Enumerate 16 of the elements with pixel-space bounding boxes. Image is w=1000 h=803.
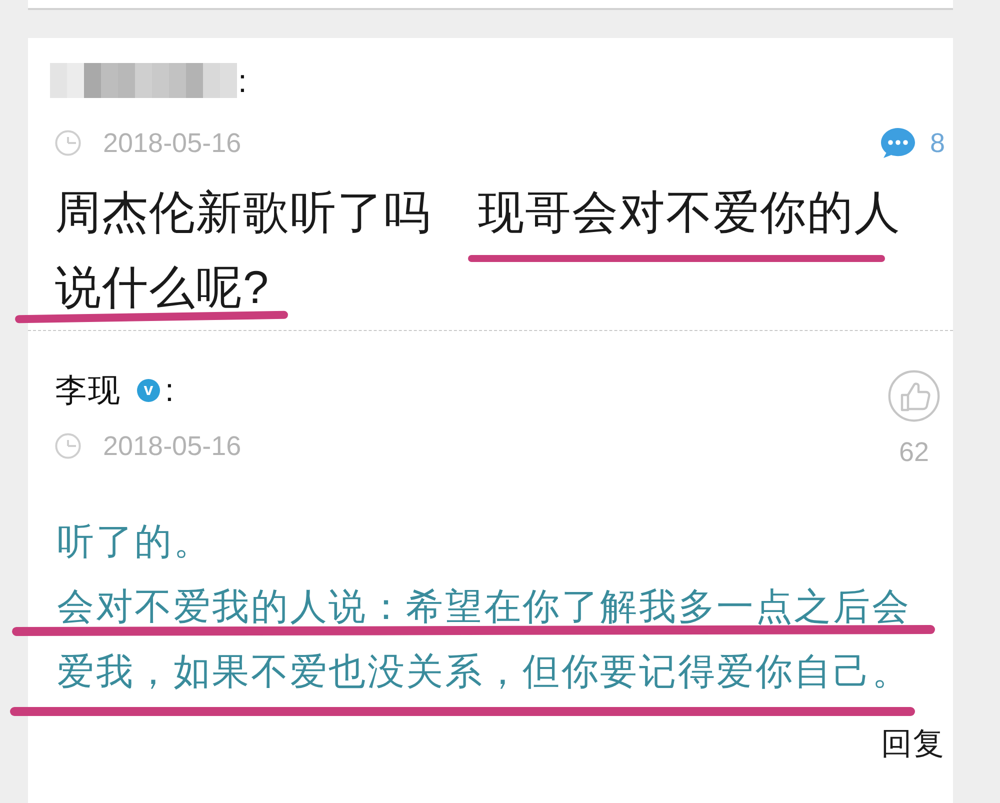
- answer-text: 会对不爱我的人说：希望在你了解我多一点之后会爱我，如果不爱也没关系，但你要记得爱你自己。: [57, 585, 912, 694]
- answer-text: 听了的。: [57, 520, 214, 564]
- clock-icon: [55, 433, 81, 459]
- author-name: 李现: [55, 371, 121, 409]
- thumbs-up-icon[interactable]: [888, 370, 940, 422]
- verified-badge: v: [137, 378, 160, 402]
- question-text: 周杰伦新歌听了吗 现哥会对不爱你的人说什么呢?: [55, 185, 902, 315]
- comment-count: 8: [930, 128, 945, 158]
- post-date: 2018-05-16: [103, 431, 242, 461]
- comment-icon[interactable]: [880, 127, 916, 159]
- like-count: 62: [898, 437, 930, 467]
- name-colon: :: [238, 64, 247, 98]
- reply-button[interactable]: 回复: [881, 725, 945, 762]
- clock-icon: [55, 130, 81, 156]
- post-date: 2018-05-16: [103, 128, 242, 158]
- name-colon: :: [165, 371, 174, 409]
